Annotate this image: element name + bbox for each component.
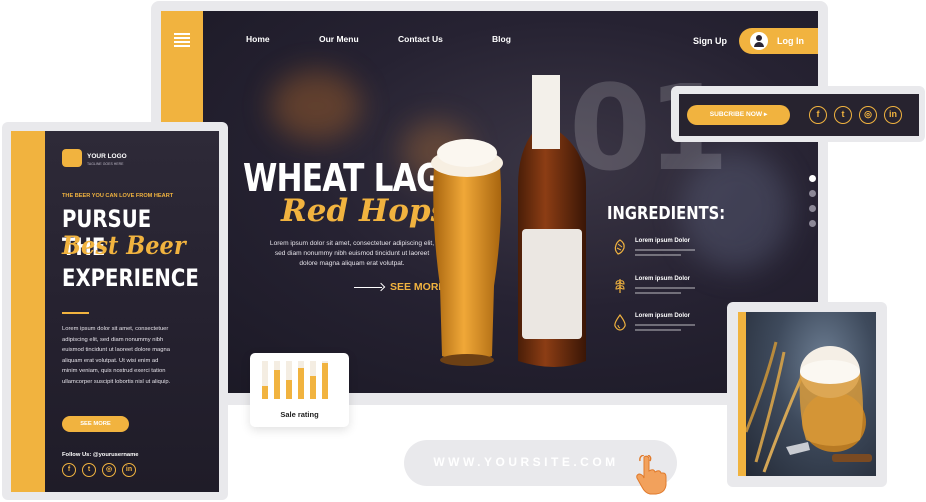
beer-glass xyxy=(433,166,502,361)
mobile-logo-tagline: TAGLINE GOES HERE xyxy=(87,162,124,166)
mobile-see-more-button[interactable]: SEE MORE xyxy=(62,416,129,432)
wheat-icon xyxy=(615,279,625,293)
mobile-social-links: f t ◎ in xyxy=(62,463,136,477)
rating-bar-fill xyxy=(298,368,304,399)
mobile-script-title: Best Beer xyxy=(62,231,186,260)
subscribe-card: SUBCRIBE NOW ▸ f t ◎ in xyxy=(679,94,919,136)
ingredient-item: Lorem ipsum Dolor xyxy=(607,313,717,337)
subscribe-label: SUBCRIBE NOW xyxy=(709,111,763,118)
sale-rating-card: Sale rating xyxy=(250,353,349,427)
logo-icon xyxy=(62,149,82,167)
slider-dots xyxy=(809,175,817,235)
pointer-hand-icon xyxy=(636,455,667,495)
slider-dot-2[interactable] xyxy=(809,190,816,197)
slider-dot-1[interactable] xyxy=(809,175,816,182)
login-label: Log In xyxy=(777,36,804,46)
ingredient-title: Lorem ipsum Dolor xyxy=(635,313,691,319)
rating-bar xyxy=(274,361,280,399)
mobile-logo: YOUR LOGO xyxy=(87,153,127,160)
subscribe-button[interactable]: SUBCRIBE NOW ▸ xyxy=(687,105,790,125)
menu-icon[interactable] xyxy=(174,33,190,47)
nav-our-menu[interactable]: Our Menu xyxy=(319,34,359,44)
water-drop-icon xyxy=(614,313,626,331)
play-circle-icon: ▸ xyxy=(763,111,768,118)
ingredient-item: Lorem ipsum Dolor xyxy=(607,276,717,300)
mobile-follow-text: Follow Us: @yourusername xyxy=(62,452,139,458)
bottle-neck-label xyxy=(532,75,560,149)
signup-link[interactable]: Sign Up xyxy=(693,36,727,46)
ingredient-title: Lorem ipsum Dolor xyxy=(635,238,691,244)
hero-description: Lorem ipsum dolor sit amet, consectetuer… xyxy=(269,240,435,267)
linkedin-icon[interactable]: in xyxy=(122,463,136,477)
rating-bar-fill xyxy=(274,370,280,399)
desktop-screen: Home Our Menu Contact Us Blog Sign Up Lo… xyxy=(161,11,818,393)
rating-bar-fill xyxy=(286,380,292,399)
linkedin-icon[interactable]: in xyxy=(884,106,902,124)
rating-bar xyxy=(262,361,268,399)
instagram-icon[interactable]: ◎ xyxy=(102,463,116,477)
beer-photo xyxy=(746,312,876,476)
mobile-accent-stripe xyxy=(11,131,45,492)
rating-bar xyxy=(286,361,292,399)
twitter-icon[interactable]: t xyxy=(834,106,852,124)
user-icon xyxy=(750,32,768,50)
mobile-description: Lorem ipsum dolor sit amet, consectetuer… xyxy=(62,326,171,385)
twitter-icon[interactable]: t xyxy=(82,463,96,477)
rating-bar xyxy=(310,361,316,399)
rating-bar-fill xyxy=(310,376,316,399)
rating-bar-fill xyxy=(262,386,268,399)
hero-script-title: Red Hops xyxy=(281,193,449,229)
slider-dot-4[interactable] xyxy=(809,220,816,227)
mobile-eyebrow: THE BEER YOU CAN LOVE FROM HEART xyxy=(62,193,174,199)
facebook-icon[interactable]: f xyxy=(809,106,827,124)
bokeh-light xyxy=(271,71,361,141)
slider-dot-3[interactable] xyxy=(809,205,816,212)
photo-card xyxy=(738,312,876,476)
login-button[interactable]: Log In xyxy=(739,28,818,54)
mobile-title-line-2: EXPERIENCE xyxy=(62,264,199,292)
mobile-divider xyxy=(62,312,89,314)
instagram-icon[interactable]: ◎ xyxy=(859,106,877,124)
nav-blog[interactable]: Blog xyxy=(492,34,511,44)
rating-bar xyxy=(298,361,304,399)
nav-home[interactable]: Home xyxy=(246,34,270,44)
facebook-icon[interactable]: f xyxy=(62,463,76,477)
rating-bar-fill xyxy=(322,363,328,399)
mobile-screen: YOUR LOGO TAGLINE GOES HERE THE BEER YOU… xyxy=(11,131,219,492)
mockup-stage: Home Our Menu Contact Us Blog Sign Up Lo… xyxy=(0,0,926,502)
sale-rating-label: Sale rating xyxy=(280,410,319,419)
nav-contact-us[interactable]: Contact Us xyxy=(398,34,443,44)
subscribe-social-links: f t ◎ in xyxy=(809,106,902,124)
hops-icon xyxy=(614,239,625,255)
beer-product-illustration xyxy=(431,75,586,367)
url-text: WWW.YOURSITE.COM xyxy=(433,455,619,469)
arrow-head-icon xyxy=(376,282,386,292)
ingredient-title: Lorem ipsum Dolor xyxy=(635,276,691,282)
ingredient-item: Lorem ipsum Dolor xyxy=(607,238,717,262)
beer-photo-illustration xyxy=(746,341,872,473)
bottle-label xyxy=(522,229,582,339)
ingredients-title: INGREDIENTS: xyxy=(607,203,726,224)
rating-bar xyxy=(322,361,328,399)
